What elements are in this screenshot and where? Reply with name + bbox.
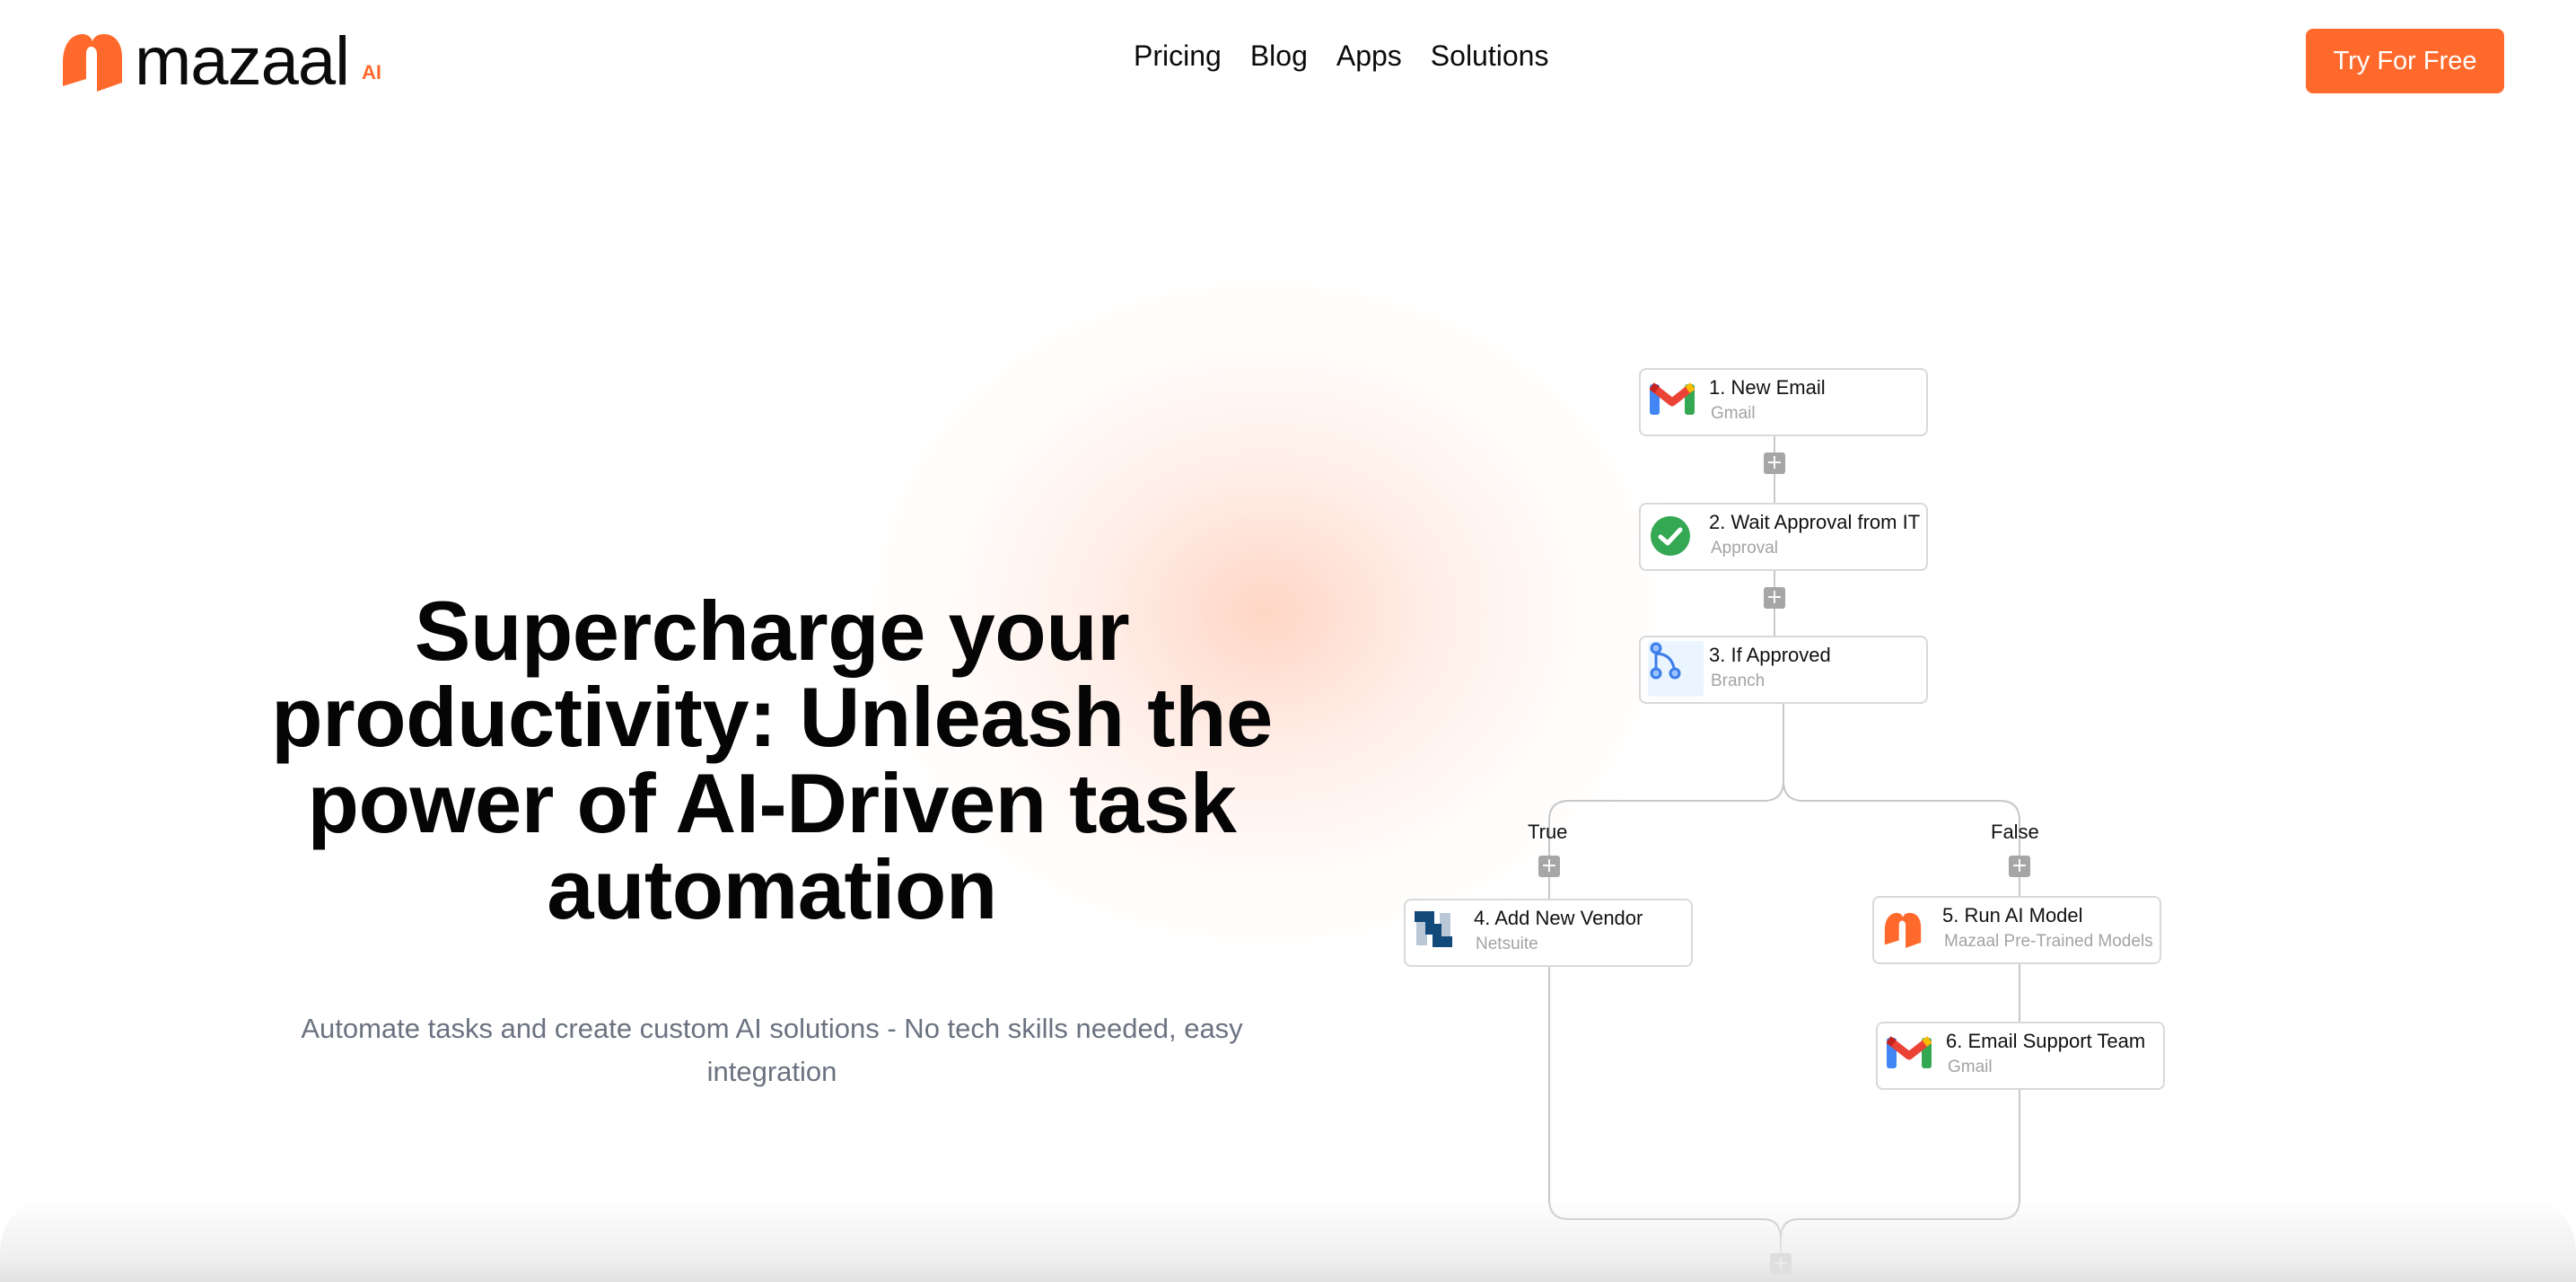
- bottom-section-edge: [0, 1197, 2576, 1282]
- workflow-step-3[interactable]: 3. If Approved Branch: [1639, 636, 1928, 704]
- step-app: Gmail: [1948, 1058, 1993, 1076]
- hero-subtitle: Automate tasks and create custom AI solu…: [301, 1013, 1243, 1087]
- add-step-button[interactable]: +: [1764, 452, 1785, 474]
- step-app: Approval: [1711, 539, 1778, 558]
- connector-branch-false: [1783, 780, 2020, 896]
- workflow-step-1[interactable]: 1. New Email Gmail: [1639, 368, 1928, 436]
- branch-label-true: True: [1528, 821, 1568, 843]
- step-title: 4. Add New Vendor: [1474, 907, 1643, 929]
- add-step-button-merge[interactable]: +: [1770, 1253, 1792, 1275]
- logo-wordmark: mazaal: [135, 23, 350, 100]
- workflow-step-6[interactable]: 6. Email Support Team Gmail: [1876, 1022, 2165, 1090]
- step-title: 1. New Email: [1709, 376, 1826, 399]
- main-nav: Pricing Blog Apps Solutions: [1134, 40, 1548, 73]
- workflow-step-2[interactable]: 2. Wait Approval from IT Approval: [1639, 503, 1928, 571]
- hero-title: Supercharge your productivity: Unleash t…: [271, 584, 1273, 936]
- nav-pricing[interactable]: Pricing: [1134, 40, 1222, 73]
- site-header: mazaal AI Pricing Blog Apps Solutions Tr…: [0, 0, 2576, 121]
- step-app: Netsuite: [1476, 935, 1538, 953]
- workflow-step-4[interactable]: 4. Add New Vendor Netsuite: [1404, 899, 1693, 967]
- netsuite-icon: [1415, 911, 1461, 958]
- step-title: 2. Wait Approval from IT: [1709, 511, 1921, 533]
- try-for-free-button[interactable]: Try For Free: [2306, 29, 2504, 93]
- branch-icon: [1648, 641, 1704, 697]
- step-title: 6. Email Support Team: [1946, 1030, 2146, 1052]
- connector-merge-false: [1780, 1089, 2020, 1240]
- logo-ai-badge: AI: [362, 61, 381, 83]
- add-step-button-true[interactable]: +: [1538, 856, 1560, 877]
- add-step-button[interactable]: +: [1764, 587, 1785, 609]
- nav-apps[interactable]: Apps: [1336, 40, 1402, 73]
- connector-merge-true: [1548, 966, 1782, 1282]
- step-app: Gmail: [1711, 404, 1756, 423]
- add-step-button-false[interactable]: +: [2009, 856, 2030, 877]
- branch-label-false: False: [1991, 821, 2039, 843]
- check-circle-icon: [1650, 515, 1696, 562]
- mazaal-logo-icon: [63, 34, 122, 92]
- mazaal-icon: [1883, 909, 1930, 955]
- step-app: Branch: [1711, 672, 1766, 690]
- step-title: 3. If Approved: [1709, 644, 1831, 666]
- gmail-icon: [1650, 381, 1696, 427]
- step-app: Mazaal Pre-Trained Models: [1944, 932, 2153, 951]
- workflow-step-5[interactable]: 5. Run AI Model Mazaal Pre-Trained Model…: [1872, 896, 2161, 964]
- nav-solutions[interactable]: Solutions: [1431, 40, 1549, 73]
- logo[interactable]: mazaal AI: [61, 23, 381, 100]
- nav-blog[interactable]: Blog: [1250, 40, 1308, 73]
- step-title: 5. Run AI Model: [1942, 904, 2083, 926]
- gmail-icon: [1887, 1034, 1933, 1081]
- connector-branch-true: [1548, 704, 1784, 900]
